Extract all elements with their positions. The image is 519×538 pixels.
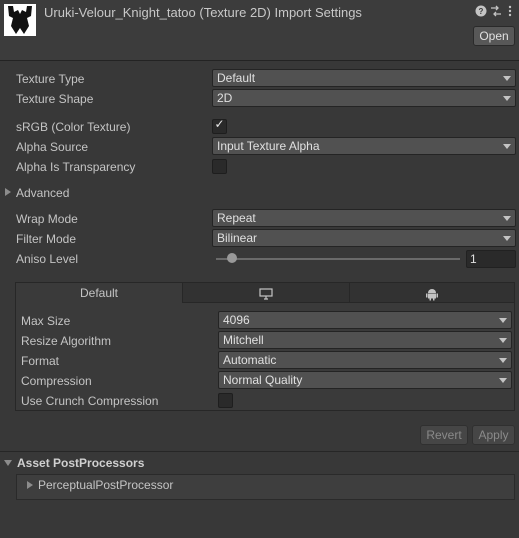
tab-default[interactable]: Default	[16, 283, 183, 303]
platform-tabs: Default	[16, 283, 514, 303]
alpha-source-dropdown[interactable]: Input Texture Alpha	[212, 137, 516, 155]
more-menu-icon[interactable]	[503, 5, 517, 19]
compression-value: Normal Quality	[223, 373, 303, 387]
dropdown-arrow-icon	[499, 338, 507, 343]
dropdown-arrow-icon	[499, 358, 507, 363]
dropdown-arrow-icon	[499, 318, 507, 323]
aniso-level-label: Aniso Level	[16, 252, 79, 266]
resize-algorithm-dropdown[interactable]: Mitchell	[218, 331, 512, 349]
dropdown-arrow-icon	[503, 76, 511, 81]
alpha-transparency-checkbox[interactable]	[212, 159, 227, 174]
android-icon	[426, 288, 438, 301]
platform-settings-panel: Default Max Size 4096 Resize Algorithm M…	[15, 282, 515, 411]
advanced-foldout-label[interactable]: Advanced	[16, 186, 69, 200]
checkmark-icon: ✓	[214, 117, 225, 131]
help-icon[interactable]: ?	[474, 5, 488, 19]
alpha-source-value: Input Texture Alpha	[217, 139, 320, 153]
dropdown-arrow-icon	[503, 236, 511, 241]
texture-type-value: Default	[217, 71, 256, 85]
texture-thumbnail	[4, 4, 36, 36]
texture-type-label: Texture Type	[16, 72, 85, 86]
filter-mode-dropdown[interactable]: Bilinear	[212, 229, 516, 247]
dropdown-arrow-icon	[503, 144, 511, 149]
compression-label: Compression	[21, 374, 92, 388]
wrap-mode-dropdown[interactable]: Repeat	[212, 209, 516, 227]
alpha-transparency-label: Alpha Is Transparency	[16, 160, 136, 174]
svg-text:?: ?	[479, 7, 484, 16]
max-size-dropdown[interactable]: 4096	[218, 311, 512, 329]
list-item[interactable]: PerceptualPostProcessor	[38, 478, 173, 492]
format-label: Format	[21, 354, 60, 368]
revert-button[interactable]: Revert	[420, 425, 468, 445]
texture-type-dropdown[interactable]: Default	[212, 69, 516, 87]
inspector-header: Uruki-Velour_Knight_tatoo (Texture 2D) I…	[0, 0, 519, 61]
tab-android[interactable]	[350, 283, 514, 303]
resize-algorithm-value: Mitchell	[223, 333, 264, 347]
dropdown-arrow-icon	[503, 96, 511, 101]
format-value: Automatic	[223, 353, 277, 367]
aniso-level-field[interactable]: 1	[466, 250, 516, 268]
crunch-compression-label: Use Crunch Compression	[21, 394, 159, 408]
advanced-foldout-icon[interactable]	[5, 188, 11, 196]
dropdown-arrow-icon	[499, 378, 507, 383]
aniso-level-slider-track[interactable]	[216, 258, 460, 260]
tab-standalone[interactable]	[183, 283, 350, 303]
texture-shape-dropdown[interactable]: 2D	[212, 89, 516, 107]
postprocessors-header[interactable]: Asset PostProcessors	[17, 456, 144, 470]
filter-mode-label: Filter Mode	[16, 232, 77, 246]
presets-icon[interactable]	[489, 5, 503, 19]
postprocessor-foldout-icon[interactable]	[27, 481, 33, 489]
srgb-checkbox[interactable]: ✓	[212, 117, 227, 134]
max-size-value: 4096	[223, 313, 250, 327]
aniso-level-value: 1	[470, 252, 477, 266]
compression-dropdown[interactable]: Normal Quality	[218, 371, 512, 389]
wrap-mode-label: Wrap Mode	[16, 212, 78, 226]
texture-shape-label: Texture Shape	[16, 92, 94, 106]
page-title: Uruki-Velour_Knight_tatoo (Texture 2D) I…	[44, 5, 362, 20]
format-dropdown[interactable]: Automatic	[218, 351, 512, 369]
section-divider	[0, 451, 519, 452]
open-button[interactable]: Open	[473, 26, 515, 46]
texture-shape-value: 2D	[217, 91, 233, 105]
resize-algorithm-label: Resize Algorithm	[21, 334, 112, 348]
wrap-mode-value: Repeat	[217, 211, 256, 225]
srgb-label: sRGB (Color Texture)	[16, 120, 131, 134]
aniso-level-slider-thumb[interactable]	[227, 253, 237, 263]
apply-button[interactable]: Apply	[472, 425, 515, 445]
max-size-label: Max Size	[21, 314, 71, 328]
filter-mode-value: Bilinear	[217, 231, 258, 245]
postprocessors-foldout-icon[interactable]	[4, 460, 12, 466]
monitor-icon	[259, 288, 273, 300]
dropdown-arrow-icon	[503, 216, 511, 221]
alpha-source-label: Alpha Source	[16, 140, 89, 154]
crunch-compression-checkbox[interactable]	[218, 393, 233, 408]
